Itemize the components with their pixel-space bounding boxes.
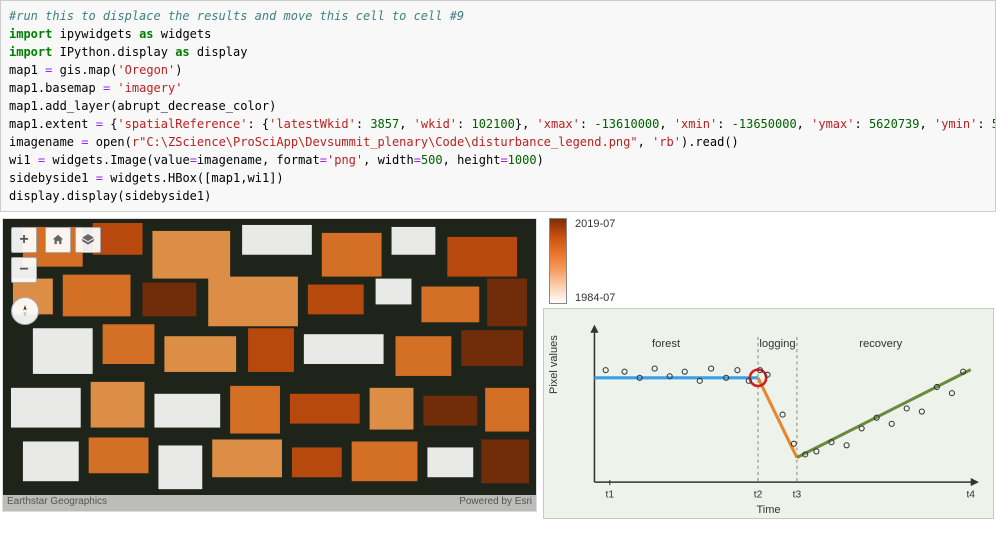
output-row: + − Earthstar Geographics Powered by Esr… <box>0 218 996 519</box>
segment-label-forest: forest <box>652 338 681 350</box>
home-icon <box>51 233 65 247</box>
attribution-right: Powered by Esri <box>459 496 532 510</box>
line-recovery <box>797 370 971 458</box>
chart-svg: forest logging recovery t1 t2 t3 t4 <box>574 317 983 514</box>
code-cell[interactable]: #run this to displace the results and mo… <box>0 0 996 212</box>
x-axis-arrow-icon <box>971 478 979 486</box>
map-tools <box>45 227 101 253</box>
tick-t2: t2 <box>754 489 763 500</box>
map-imagery <box>3 219 536 511</box>
layers-icon <box>81 233 95 247</box>
attribution-left: Earthstar Geographics <box>7 496 107 510</box>
legend-top-label: 2019-07 <box>575 218 615 230</box>
x-axis-label: Time <box>544 504 993 516</box>
map-attribution: Earthstar Geographics Powered by Esri <box>3 495 536 511</box>
legend-chart-column: 2019-07 1984-07 Pixel values forest logg… <box>543 218 994 519</box>
colorbar-gradient <box>549 218 567 304</box>
code-comment: #run this to displace the results and mo… <box>9 9 464 23</box>
legend-bottom-label: 1984-07 <box>575 292 615 304</box>
segment-label-logging: logging <box>759 338 795 350</box>
layers-button[interactable] <box>75 227 101 253</box>
home-button[interactable] <box>45 227 71 253</box>
line-logging <box>758 378 797 458</box>
segment-label-recovery: recovery <box>859 338 902 350</box>
compass-button[interactable] <box>11 297 39 325</box>
compass-icon <box>18 304 32 318</box>
tick-t3: t3 <box>793 489 802 500</box>
y-axis-label: Pixel values <box>548 335 560 394</box>
tick-t1: t1 <box>606 489 615 500</box>
tick-t4: t4 <box>966 489 975 500</box>
y-axis-arrow-icon <box>590 325 598 333</box>
zoom-controls: + − <box>11 227 37 283</box>
trajectory-chart: Pixel values forest logging recovery t1 … <box>543 308 994 519</box>
map-widget[interactable]: + − Earthstar Geographics Powered by Esr… <box>2 218 537 512</box>
zoom-in-button[interactable]: + <box>11 227 37 253</box>
zoom-out-button[interactable]: − <box>11 257 37 283</box>
colorbar-legend: 2019-07 1984-07 <box>543 218 994 304</box>
